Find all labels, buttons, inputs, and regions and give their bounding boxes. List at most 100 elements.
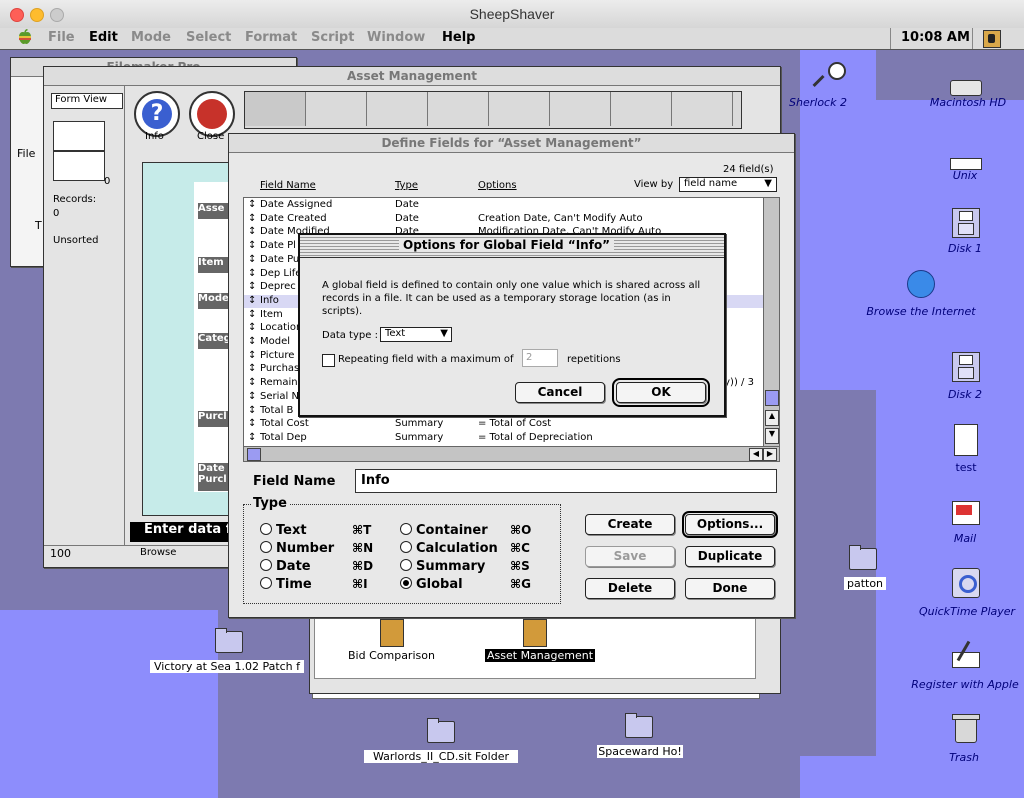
bottom-window[interactable]: Bid Comparison Asset Management xyxy=(309,610,781,694)
h-scroll-thumb[interactable] xyxy=(247,448,261,461)
type-radio-text[interactable]: Text xyxy=(260,523,307,538)
type-radio-container[interactable]: Container xyxy=(400,523,488,538)
bid-comparison-label[interactable]: Bid Comparison xyxy=(348,649,435,662)
scroll-thumb[interactable] xyxy=(765,390,779,406)
toolbar-new-record-button[interactable] xyxy=(428,92,489,126)
field-row[interactable]: ↕ Total Cost Summary = Total of Cost xyxy=(244,418,764,431)
global-options-dialog[interactable]: Options for Global Field “Info” A global… xyxy=(298,233,726,417)
type-radio-time[interactable]: Time xyxy=(260,577,312,592)
type-radio-calculation[interactable]: Calculation xyxy=(400,541,498,556)
disk-icon[interactable] xyxy=(950,208,980,238)
row-handle-icon[interactable]: ↕ xyxy=(248,254,256,265)
menu-format[interactable]: Format xyxy=(245,30,297,45)
data-type-select[interactable]: Text ▼ xyxy=(380,327,452,342)
field-row[interactable]: ↕ Date Created Date Creation Date, Can't Mo… xyxy=(244,213,764,226)
menu-mode[interactable]: Mode xyxy=(131,30,171,45)
zoom-level[interactable]: 100 xyxy=(50,547,71,560)
radio-icon[interactable] xyxy=(400,523,412,535)
radio-icon[interactable] xyxy=(260,577,272,589)
desktop-icon-label[interactable]: Browse the Internet xyxy=(862,305,980,318)
header-type[interactable]: Type xyxy=(395,180,418,191)
field-row[interactable]: ↕ Date Assigned Date xyxy=(244,199,764,212)
toolbar-find-button[interactable] xyxy=(550,92,611,126)
sherlock-icon[interactable] xyxy=(812,62,852,92)
row-handle-icon[interactable]: ↕ xyxy=(248,336,256,347)
menu-file[interactable]: File xyxy=(48,30,75,45)
asset-management-label[interactable]: Asset Management xyxy=(485,649,596,662)
scroll-down-arrow[interactable]: ▼ xyxy=(765,428,779,444)
radio-icon[interactable] xyxy=(260,559,272,571)
menu-edit[interactable]: Edit xyxy=(89,30,118,45)
folder-icon[interactable] xyxy=(848,542,878,572)
disk-icon[interactable] xyxy=(950,352,980,382)
row-handle-icon[interactable]: ↕ xyxy=(248,350,256,361)
mail-icon[interactable] xyxy=(950,497,980,527)
row-handle-icon[interactable]: ↕ xyxy=(248,418,256,429)
radio-icon[interactable] xyxy=(400,541,412,553)
toolbar-copy-button[interactable] xyxy=(367,92,428,126)
menu-help[interactable]: Help xyxy=(442,30,475,45)
create-button[interactable]: Create xyxy=(585,514,675,535)
folder-icon[interactable] xyxy=(624,710,654,740)
desktop-icon-label[interactable]: patton xyxy=(844,577,886,590)
desktop-icon-label[interactable]: Register with Apple xyxy=(908,678,1022,691)
row-handle-icon[interactable]: ↕ xyxy=(248,199,256,210)
folder-icon[interactable] xyxy=(214,625,244,655)
toolbar-blank-button-1[interactable] xyxy=(611,92,672,126)
menu-select[interactable]: Select xyxy=(186,30,231,45)
desktop-icon-label[interactable]: Sherlock 2 xyxy=(786,96,850,109)
trash-icon[interactable] xyxy=(950,713,980,743)
type-radio-global[interactable]: Global xyxy=(400,577,463,592)
type-radio-number[interactable]: Number xyxy=(260,541,334,556)
desktop-icon-label[interactable]: Macintosh HD xyxy=(928,96,1008,109)
desktop-icon-label[interactable]: Unix xyxy=(948,169,982,182)
delete-button[interactable]: Delete xyxy=(585,578,675,599)
desktop-icon-label[interactable]: Victory at Sea 1.02 Patch f xyxy=(150,660,304,673)
view-by-select[interactable]: field name ▼ xyxy=(679,177,777,192)
scroll-up-arrow[interactable]: ▲ xyxy=(765,410,779,426)
type-radio-date[interactable]: Date xyxy=(260,559,311,574)
scroll-left-arrow[interactable]: ◀ xyxy=(749,448,763,461)
row-handle-icon[interactable]: ↕ xyxy=(248,240,256,251)
apple-menu-icon[interactable] xyxy=(18,28,32,45)
vertical-scrollbar[interactable]: ▲ ▼ xyxy=(763,198,779,446)
row-handle-icon[interactable]: ↕ xyxy=(248,213,256,224)
field-row[interactable]: ↕ Total Dep Summary = Total of Depreciation xyxy=(244,432,764,445)
desktop-icon-label[interactable]: Mail xyxy=(948,532,982,545)
row-handle-icon[interactable]: ↕ xyxy=(248,226,256,237)
cancel-button[interactable]: Cancel xyxy=(515,382,605,403)
toolbar-delete-record-button[interactable] xyxy=(489,92,550,126)
save-button[interactable]: Save xyxy=(585,546,675,567)
done-button[interactable]: Done xyxy=(685,578,775,599)
desktop-icon-label[interactable]: test xyxy=(952,461,980,474)
globe-icon[interactable] xyxy=(905,270,935,300)
row-handle-icon[interactable]: ↕ xyxy=(248,322,256,333)
desktop-icon-label[interactable]: Spaceward Ho! xyxy=(597,745,683,758)
repeating-field-checkbox[interactable] xyxy=(322,354,335,367)
desktop-icon-label[interactable]: QuickTime Player xyxy=(912,605,1022,618)
desktop-icon-label[interactable]: Warlords_II_CD.sit Folder xyxy=(364,750,518,763)
asset-management-icon[interactable] xyxy=(523,619,547,647)
folder-icon[interactable] xyxy=(426,715,456,745)
radio-icon[interactable] xyxy=(400,577,412,589)
menu-window[interactable]: Window xyxy=(367,30,425,45)
options-button[interactable]: Options... xyxy=(682,511,778,538)
row-handle-icon[interactable]: ↕ xyxy=(248,377,256,388)
header-field-name[interactable]: Field Name xyxy=(260,180,316,191)
duplicate-button[interactable]: Duplicate xyxy=(685,546,775,567)
desktop-icon-label[interactable]: Trash xyxy=(944,751,984,764)
type-radio-summary[interactable]: Summary xyxy=(400,559,485,574)
radio-icon[interactable] xyxy=(260,523,272,535)
desktop-icon-label[interactable]: Disk 1 xyxy=(946,242,984,255)
row-handle-icon[interactable]: ↕ xyxy=(248,405,256,416)
row-handle-icon[interactable]: ↕ xyxy=(248,281,256,292)
repetitions-input[interactable]: 2 xyxy=(522,349,558,367)
row-handle-icon[interactable]: ↕ xyxy=(248,363,256,374)
radio-icon[interactable] xyxy=(260,541,272,553)
toolbar-blank-button-2[interactable] xyxy=(672,92,733,126)
menubar-clock[interactable]: 10:08 AM xyxy=(901,30,970,45)
row-handle-icon[interactable]: ↕ xyxy=(248,391,256,402)
quicktime-icon[interactable] xyxy=(950,568,980,598)
application-menu-icon[interactable] xyxy=(983,30,1001,48)
bid-comparison-icon[interactable] xyxy=(380,619,404,647)
